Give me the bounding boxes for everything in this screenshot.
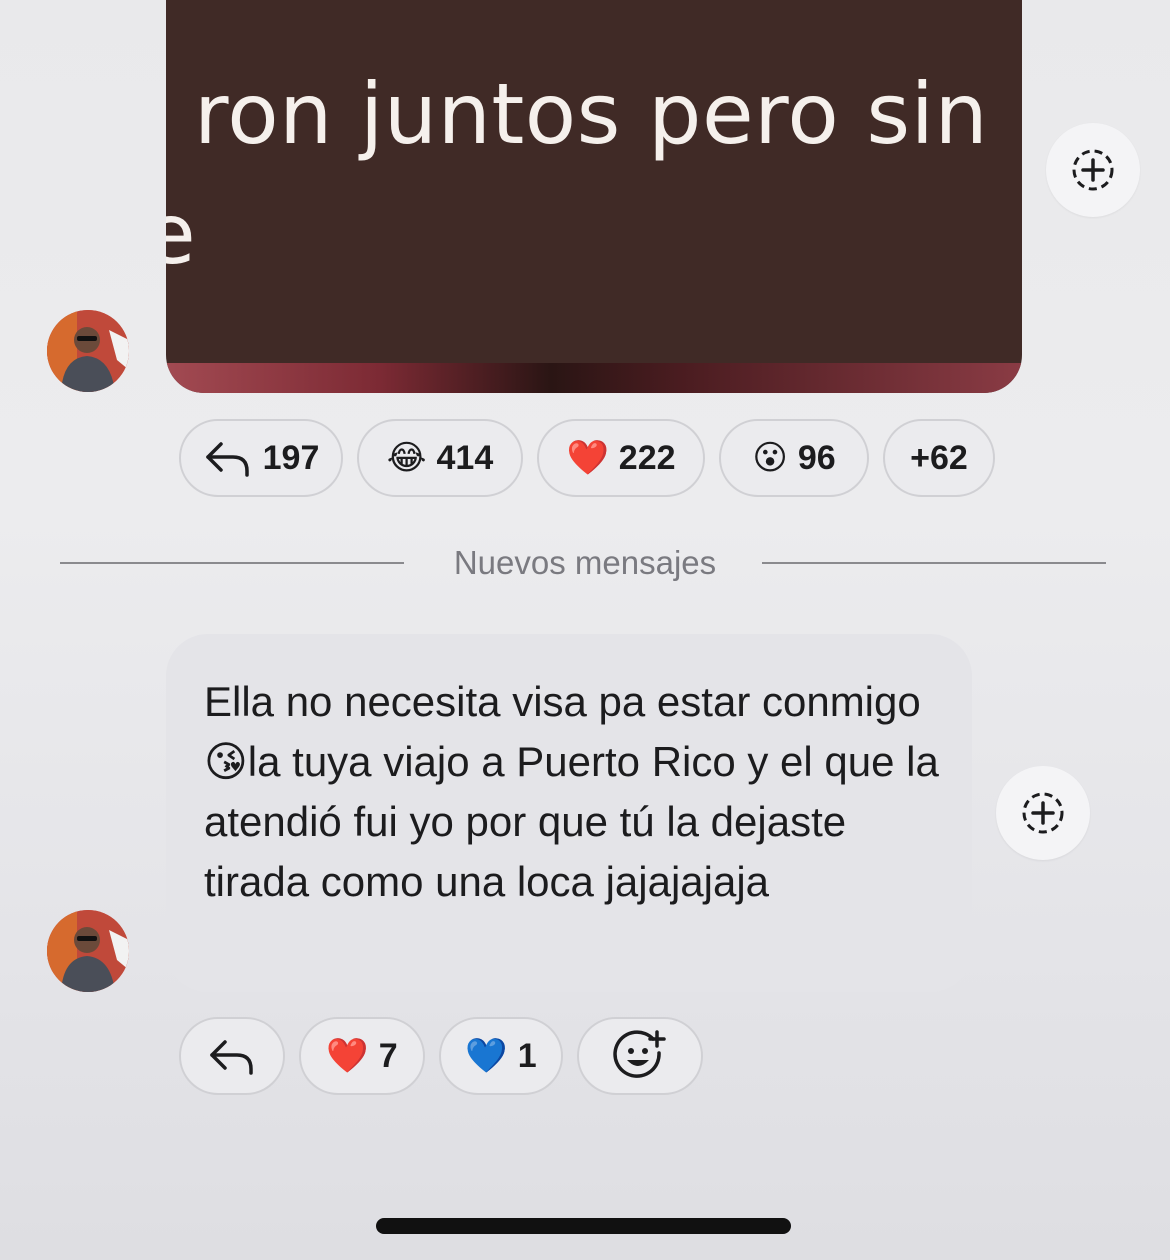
message-reactions-row: ❤️ 7 💙 1 xyxy=(179,1017,717,1095)
divider-line-right xyxy=(762,562,1106,564)
divider-line-left xyxy=(60,562,404,564)
avatar-image xyxy=(47,310,129,392)
laughing-emoji-icon: 😂 xyxy=(386,439,427,477)
media-caption-line-1: ron juntos pero sin xyxy=(194,65,989,163)
new-messages-divider-label: Nuevos mensajes xyxy=(453,544,717,581)
post-reactions-row: 197 😂 414 ❤️ 222 😮 96 +62 xyxy=(179,419,1009,497)
sender-avatar[interactable] xyxy=(47,310,129,392)
blue-heart-emoji-icon: 💙 xyxy=(465,1037,508,1075)
add-reaction-button[interactable] xyxy=(577,1017,703,1095)
message-add-circle-button[interactable] xyxy=(996,766,1090,860)
reaction-more-pill[interactable]: +62 xyxy=(883,419,995,497)
surprised-emoji-icon: 😮 xyxy=(752,439,788,477)
red-heart-emoji-icon: ❤️ xyxy=(326,1037,369,1075)
message-text-part-2: la tuya viajo a Puerto Rico y el que la … xyxy=(204,738,939,905)
reply-arrow-icon xyxy=(207,1036,257,1076)
dashed-plus-circle-icon xyxy=(1022,792,1064,834)
dashed-plus-circle-icon xyxy=(1072,149,1114,191)
surprised-count: 96 xyxy=(797,438,836,477)
laugh-count: 414 xyxy=(436,438,494,477)
home-indicator-bar[interactable] xyxy=(376,1218,791,1234)
message-reply-pill[interactable] xyxy=(179,1017,285,1095)
blue-heart-count: 1 xyxy=(517,1036,537,1075)
add-reaction-icon xyxy=(613,1029,667,1083)
message-bubble[interactable]: Ella no necesita visa pa estar conmigo 😘… xyxy=(166,634,972,992)
media-caption-line-2: e xyxy=(166,185,196,283)
post-reply-pill[interactable]: 197 xyxy=(179,419,343,497)
reply-count: 197 xyxy=(262,438,320,477)
sender-avatar[interactable] xyxy=(47,910,129,992)
media-post-card[interactable]: ron juntos pero sin e xyxy=(166,0,1022,393)
avatar-image xyxy=(47,910,129,992)
reaction-surprised-pill[interactable]: 😮 96 xyxy=(719,419,869,497)
reply-arrow-icon xyxy=(203,438,253,478)
message-reaction-heart-pill[interactable]: ❤️ 7 xyxy=(299,1017,425,1095)
message-text-part-1: Ella no necesita visa pa estar conmigo xyxy=(204,678,921,725)
heart-emoji-icon: ❤️ xyxy=(566,439,609,477)
more-reactions-count: +62 xyxy=(910,438,968,477)
heart-count: 222 xyxy=(618,438,676,477)
heart-count: 7 xyxy=(378,1036,398,1075)
media-image-strip xyxy=(166,363,1022,393)
message-reaction-blue-heart-pill[interactable]: 💙 1 xyxy=(439,1017,563,1095)
reaction-laugh-pill[interactable]: 😂 414 xyxy=(357,419,523,497)
reaction-heart-pill[interactable]: ❤️ 222 xyxy=(537,419,705,497)
add-circle-button[interactable] xyxy=(1046,123,1140,217)
kiss-emoji-icon: 😘 xyxy=(204,738,248,785)
